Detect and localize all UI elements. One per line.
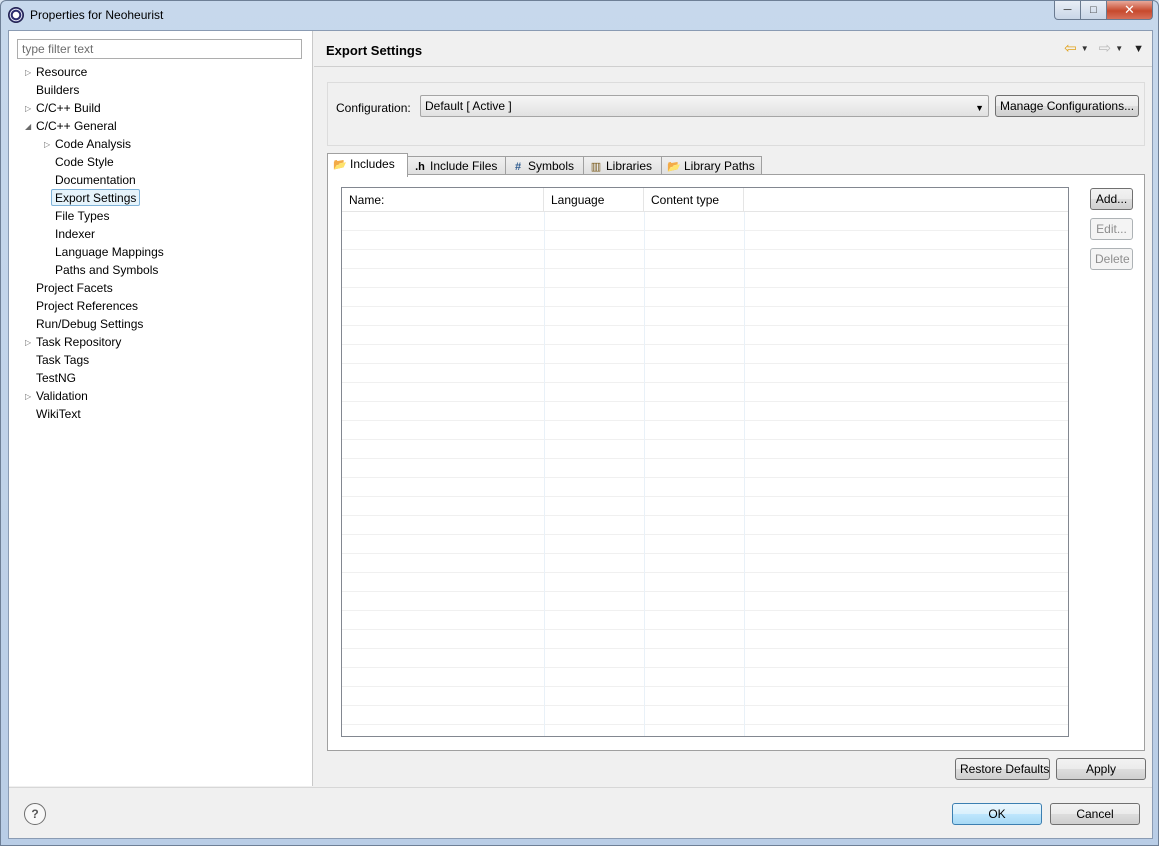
chevron-down-icon: ▼: [975, 103, 984, 113]
column-header-content-type[interactable]: Content type: [644, 188, 744, 212]
tab-label: Library Paths: [684, 159, 755, 173]
column-divider: [544, 212, 545, 736]
edit-button[interactable]: Edit...: [1090, 218, 1133, 240]
window-title: Properties for Neoheurist: [30, 8, 164, 22]
tree-item-indexer[interactable]: Indexer: [51, 225, 99, 242]
forward-dropdown-icon[interactable]: ▼: [1115, 44, 1123, 53]
minimize-button[interactable]: ─: [1054, 1, 1081, 20]
table-rows: [342, 212, 1068, 736]
page-header: Export Settings ⇦ ▼ ⇨ ▼ ▼: [314, 31, 1152, 67]
view-menu-icon[interactable]: ▼: [1133, 43, 1144, 55]
column-divider: [744, 212, 745, 736]
tab-libraries[interactable]: ▥ Libraries: [583, 156, 662, 176]
add-button[interactable]: Add...: [1090, 188, 1133, 210]
tree-item-c-c-build[interactable]: C/C++ Build: [32, 99, 105, 116]
back-dropdown-icon[interactable]: ▼: [1081, 44, 1089, 53]
close-button[interactable]: ✕: [1107, 1, 1153, 20]
configuration-label: Configuration:: [336, 101, 411, 115]
tab-label: Include Files: [430, 159, 498, 173]
help-icon[interactable]: ?: [24, 803, 46, 825]
tree-item-file-types[interactable]: File Types: [51, 207, 113, 224]
tab-include-files[interactable]: .h Include Files: [407, 156, 506, 176]
tree-item-task-tags[interactable]: Task Tags: [32, 351, 93, 368]
includes-table[interactable]: Name: Language Content type: [341, 187, 1069, 737]
minimize-icon: ─: [1063, 4, 1072, 16]
cancel-button[interactable]: Cancel: [1050, 803, 1140, 825]
tree-item-builders[interactable]: Builders: [32, 81, 83, 98]
eclipse-app-icon: [8, 7, 24, 23]
tab-label: Includes: [350, 157, 395, 171]
delete-button[interactable]: Delete: [1090, 248, 1133, 270]
property-tree-pane: ▷ResourceBuilders▷C/C++ Build◢C/C++ Gene…: [9, 31, 313, 786]
tab-includes[interactable]: 📂 Includes: [327, 153, 408, 177]
dialog-client: ▷ResourceBuilders▷C/C++ Build◢C/C++ Gene…: [8, 30, 1153, 839]
tree-item-resource[interactable]: Resource: [32, 63, 91, 80]
apply-button[interactable]: Apply: [1056, 758, 1146, 780]
column-header-name[interactable]: Name:: [342, 188, 544, 212]
filter-input[interactable]: [17, 39, 302, 59]
includes-tab-panel: Name: Language Content type Add... Edit.…: [327, 174, 1145, 751]
restore-defaults-button[interactable]: Restore Defaults: [955, 758, 1050, 780]
tab-label: Libraries: [606, 159, 653, 173]
configuration-group: Configuration: Default [ Active ] ▼ Mana…: [327, 82, 1145, 146]
tab-label: Symbols: [528, 159, 575, 173]
manage-configurations-button[interactable]: Manage Configurations...: [995, 95, 1139, 117]
maximize-icon: □: [1090, 4, 1097, 16]
window-controls: ─ □ ✕: [1054, 1, 1153, 20]
tree-item-project-references[interactable]: Project References: [32, 297, 142, 314]
dialog-footer: ? OK Cancel: [9, 787, 1152, 840]
tab-symbols[interactable]: # Symbols: [505, 156, 584, 176]
configuration-value: Default [ Active ]: [425, 99, 512, 113]
configuration-select[interactable]: Default [ Active ] ▼: [420, 95, 989, 117]
forward-arrow-icon[interactable]: ⇨: [1099, 41, 1112, 56]
title-bar[interactable]: Properties for Neoheurist ─ □ ✕: [1, 1, 1158, 29]
page-navigation: ⇦ ▼ ⇨ ▼ ▼: [1064, 41, 1144, 56]
close-icon: ✕: [1124, 2, 1135, 17]
tree-item-wikitext[interactable]: WikiText: [32, 405, 85, 422]
tree-item-task-repository[interactable]: Task Repository: [32, 333, 125, 350]
back-arrow-icon[interactable]: ⇦: [1064, 41, 1077, 56]
property-page: Export Settings ⇦ ▼ ⇨ ▼ ▼ Configuration:…: [314, 31, 1152, 786]
tree-item-run-debug-settings[interactable]: Run/Debug Settings: [32, 315, 147, 332]
tree-item-documentation[interactable]: Documentation: [51, 171, 140, 188]
page-title: Export Settings: [326, 43, 423, 58]
tree-item-code-analysis[interactable]: Code Analysis: [51, 135, 135, 152]
table-header: Name: Language Content type: [342, 188, 1068, 212]
column-divider: [644, 212, 645, 736]
maximize-button[interactable]: □: [1081, 1, 1107, 20]
tree-item-paths-and-symbols[interactable]: Paths and Symbols: [51, 261, 162, 278]
tree-item-testng[interactable]: TestNG: [32, 369, 80, 386]
tree-item-language-mappings[interactable]: Language Mappings: [51, 243, 168, 260]
tree-item-validation[interactable]: Validation: [32, 387, 92, 404]
tree-item-project-facets[interactable]: Project Facets: [32, 279, 117, 296]
column-header-language[interactable]: Language: [544, 188, 644, 212]
ok-button[interactable]: OK: [952, 803, 1042, 825]
tab-library-paths[interactable]: 📂 Library Paths: [661, 156, 762, 176]
column-header-filler: [744, 188, 1068, 212]
tree-item-code-style[interactable]: Code Style: [51, 153, 118, 170]
tree-item-export-settings[interactable]: Export Settings: [51, 189, 141, 206]
includes-folder-icon: 📂: [333, 159, 347, 171]
tree-item-c-c-general[interactable]: C/C++ General: [32, 117, 121, 134]
properties-window: Properties for Neoheurist ─ □ ✕ ▷Resourc…: [0, 0, 1159, 846]
